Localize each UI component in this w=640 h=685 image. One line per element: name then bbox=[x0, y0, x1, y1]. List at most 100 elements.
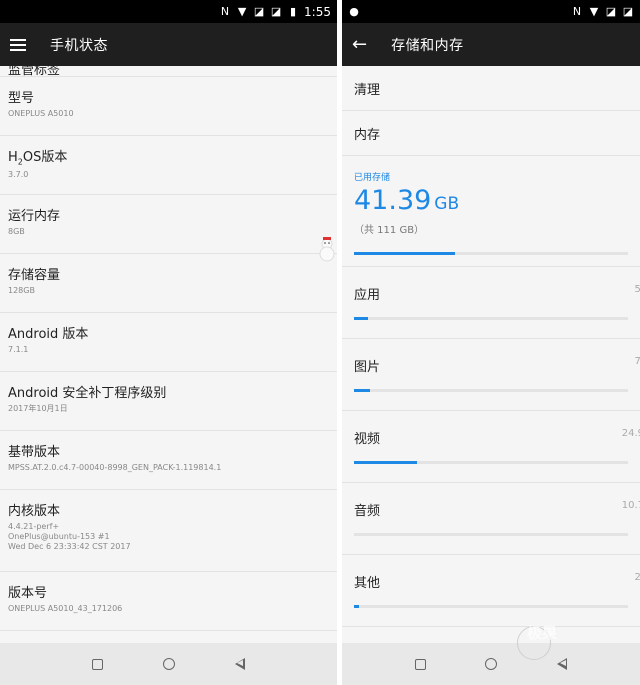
circle-icon bbox=[485, 658, 497, 670]
wechat-icon: ● bbox=[349, 4, 359, 18]
no-signal-icon: ◪ bbox=[622, 4, 634, 18]
category-bar-fill bbox=[354, 317, 368, 320]
list-item-build-number[interactable]: 版本号 ONEPLUS A5010_43_171206 bbox=[0, 572, 337, 631]
item-value-line: 4.4.21-perf+ bbox=[8, 522, 60, 531]
item-value: 7.1.1 bbox=[8, 345, 29, 354]
category-name: 应用 bbox=[354, 288, 381, 303]
category-bar bbox=[354, 317, 628, 320]
storage-category-row[interactable]: 其他 2. bbox=[342, 555, 640, 627]
circle-icon bbox=[162, 658, 175, 670]
wifi-icon: ▼ bbox=[237, 4, 247, 18]
item-value: ONEPLUS A5010 bbox=[8, 109, 74, 118]
list-item-kernel[interactable]: 内核版本 4.4.21-perf+ OnePlus@ubuntu-153 #1 … bbox=[0, 490, 337, 572]
nfc-icon: N bbox=[572, 4, 582, 18]
list-item-baseband[interactable]: 基带版本 MPSS.AT.2.0.c4.7-00040-8998_GEN_PAC… bbox=[0, 431, 337, 490]
page-title: 存储和内存 bbox=[391, 37, 464, 54]
item-title: 基带版本 bbox=[8, 445, 61, 460]
list-item-android-version[interactable]: Android 版本 7.1.1 bbox=[0, 313, 337, 372]
item-title: Android 安全补丁程序级别 bbox=[8, 386, 167, 401]
storage-category-row[interactable]: 图片 7. bbox=[342, 339, 640, 411]
clock: 1:55 bbox=[304, 4, 331, 19]
item-title: 版本号 bbox=[8, 586, 48, 601]
snowman-sticker-icon bbox=[319, 237, 335, 262]
status-bar: N ▼ ◪ ◪ ▮ 1:55 bbox=[0, 0, 337, 23]
wifi-icon: ▼ bbox=[589, 4, 599, 18]
item-value: 2017年10月1日 bbox=[8, 404, 68, 413]
item-value: 128GB bbox=[8, 286, 35, 295]
row-clean[interactable]: 清理 bbox=[342, 66, 640, 111]
recents-button[interactable] bbox=[90, 656, 106, 672]
storage-list[interactable]: 清理 内存 已用存储 41.39GB （共 111 GB） 应用 5. 图片 7. 视频… bbox=[342, 66, 640, 643]
category-name: 音频 bbox=[354, 504, 381, 519]
list-item-storage[interactable]: 存储容量 128GB bbox=[0, 254, 337, 313]
category-name: 其他 bbox=[354, 576, 381, 591]
category-size: 7. bbox=[634, 356, 640, 367]
no-sim-icon: ◪ bbox=[253, 4, 265, 18]
storage-category-row[interactable]: 应用 5. bbox=[342, 267, 640, 339]
status-list[interactable]: 监管标签 型号 ONEPLUS A5010 H2OS版本 3.7.0 运行内存 … bbox=[0, 66, 337, 643]
category-bar bbox=[354, 461, 628, 464]
used-storage-value: 41.39 GB bbox=[354, 185, 460, 216]
used-storage-summary: 已用存储 41.39 GB （共 111 GB） bbox=[342, 156, 640, 267]
list-item-model[interactable]: 型号 ONEPLUS A5010 bbox=[0, 77, 337, 136]
used-storage-fill bbox=[354, 252, 456, 255]
row-memory[interactable]: 内存 bbox=[342, 111, 640, 156]
home-button[interactable] bbox=[161, 656, 177, 672]
item-title: 运行内存 bbox=[8, 209, 61, 224]
app-bar: 手机状态 bbox=[0, 23, 337, 66]
category-bar bbox=[354, 605, 628, 608]
item-title: 监管标签 bbox=[8, 66, 61, 77]
phone-status-screen: N ▼ ◪ ◪ ▮ 1:55 手机状态 监管标签 型号 ONEPLUS A501… bbox=[0, 0, 337, 685]
menu-icon[interactable] bbox=[10, 38, 26, 51]
item-value: 8GB bbox=[8, 227, 25, 236]
page-title: 手机状态 bbox=[50, 37, 108, 54]
row-label: 内存 bbox=[354, 127, 381, 143]
no-sim-icon: ◪ bbox=[605, 4, 617, 18]
back-button[interactable] bbox=[554, 656, 570, 672]
back-triangle-icon bbox=[557, 658, 567, 670]
item-value: MPSS.AT.2.0.c4.7-00040-8998_GEN_PACK-1.1… bbox=[8, 463, 222, 472]
nav-bar bbox=[0, 643, 337, 685]
item-title: 型号 bbox=[8, 91, 35, 106]
back-triangle-icon bbox=[234, 658, 245, 670]
nav-bar bbox=[342, 643, 640, 685]
category-bar-fill bbox=[354, 461, 418, 464]
list-item-ram[interactable]: 运行内存 8GB bbox=[0, 195, 337, 254]
category-bar-fill bbox=[354, 605, 360, 608]
category-size: 24.9 bbox=[621, 428, 640, 439]
category-bar bbox=[354, 533, 628, 536]
list-item-security-patch[interactable]: Android 安全补丁程序级别 2017年10月1日 bbox=[0, 372, 337, 431]
category-size: 2. bbox=[634, 572, 640, 583]
used-storage-bar bbox=[354, 252, 628, 255]
storage-category-row[interactable]: 音频 10.7 bbox=[342, 483, 640, 555]
item-title: 内核版本 bbox=[8, 504, 61, 519]
list-item-regulatory[interactable]: 监管标签 bbox=[0, 66, 337, 77]
category-bar bbox=[354, 389, 628, 392]
row-label: 清理 bbox=[354, 82, 381, 98]
item-value-line: Wed Dec 6 23:33:42 CST 2017 bbox=[8, 542, 131, 551]
square-icon bbox=[414, 658, 426, 670]
category-bar-fill bbox=[354, 389, 371, 392]
used-storage-label: 已用存储 bbox=[354, 173, 391, 183]
item-title: H2OS版本 bbox=[8, 150, 68, 167]
battery-icon: ▮ bbox=[290, 4, 297, 18]
category-size: 5. bbox=[634, 284, 640, 295]
no-signal-icon: ◪ bbox=[270, 4, 282, 18]
app-bar: ← 存储和内存 bbox=[342, 23, 640, 66]
nfc-icon: N bbox=[220, 4, 230, 18]
storage-category-row[interactable]: 视频 24.9 bbox=[342, 411, 640, 483]
back-arrow-icon[interactable]: ← bbox=[352, 35, 367, 54]
category-list: 应用 5. 图片 7. 视频 24.9 音频 10.7 其他 2. bbox=[342, 267, 640, 627]
recents-button[interactable] bbox=[412, 656, 428, 672]
home-button[interactable] bbox=[483, 656, 499, 672]
square-icon bbox=[92, 658, 103, 670]
category-size: 10.7 bbox=[621, 500, 640, 511]
back-button[interactable] bbox=[232, 656, 248, 672]
item-value-line: OnePlus@ubuntu-153 #1 bbox=[8, 532, 110, 541]
category-name: 图片 bbox=[354, 360, 381, 375]
item-title: Android 版本 bbox=[8, 327, 89, 342]
item-title: 存储容量 bbox=[8, 268, 61, 283]
list-item-h2os-version[interactable]: H2OS版本 3.7.0 bbox=[0, 136, 337, 195]
item-value: 3.7.0 bbox=[8, 169, 29, 179]
phone-storage-screen: ● N ▼ ◪ ◪ ← 存储和内存 清理 内存 已用存储 41.39 GB （共 … bbox=[342, 0, 640, 685]
